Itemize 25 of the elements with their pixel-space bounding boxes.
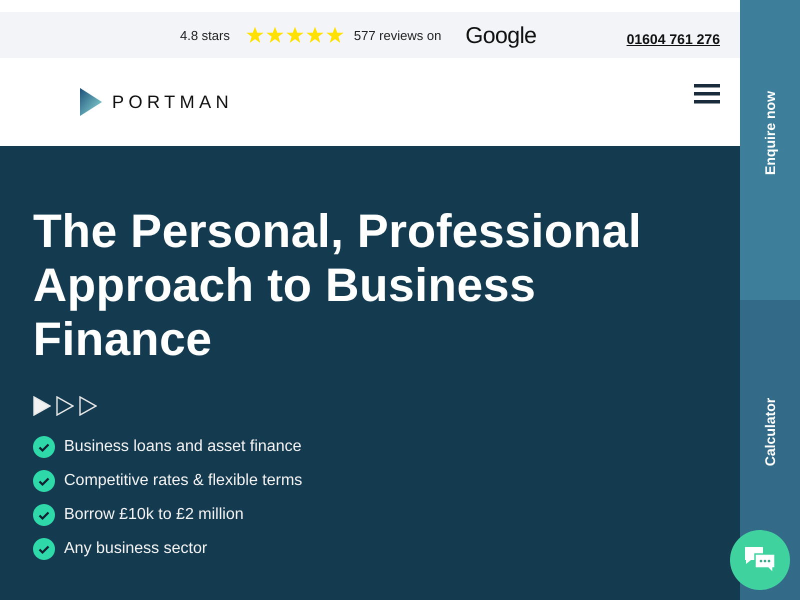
check-icon bbox=[33, 504, 55, 526]
check-icon bbox=[33, 436, 55, 458]
hero-heading: The Personal, Professional Approach to Business Finance bbox=[33, 204, 643, 366]
feature-text: Borrow £10k to £2 million bbox=[64, 506, 244, 524]
star-icon bbox=[266, 26, 284, 44]
star-icon bbox=[306, 26, 324, 44]
menu-icon[interactable] bbox=[694, 84, 720, 104]
feature-text: Any business sector bbox=[64, 540, 208, 558]
phone-link[interactable]: 01604 761 276 bbox=[626, 31, 720, 47]
slide-indicator-icon[interactable] bbox=[56, 396, 74, 416]
slide-indicator-icon[interactable] bbox=[79, 396, 97, 416]
feature-text: Business loans and asset finance bbox=[64, 438, 302, 456]
rating-text: 4.8 stars bbox=[180, 28, 230, 42]
review-count: 577 reviews on bbox=[354, 28, 442, 42]
feature-text: Competitive rates & flexible terms bbox=[64, 472, 302, 490]
star-icon bbox=[286, 26, 304, 44]
triangle-logo-icon[interactable] bbox=[80, 88, 102, 116]
check-icon bbox=[33, 470, 55, 492]
check-icon bbox=[33, 538, 55, 560]
slide-indicator-icon[interactable] bbox=[33, 396, 51, 416]
google-logo[interactable]: Google bbox=[465, 22, 536, 48]
star-icon bbox=[246, 26, 264, 44]
side-tab[interactable]: Enquire now bbox=[740, 0, 800, 300]
star-icon bbox=[326, 26, 344, 44]
logo-text[interactable]: PORTMAN bbox=[112, 92, 234, 112]
